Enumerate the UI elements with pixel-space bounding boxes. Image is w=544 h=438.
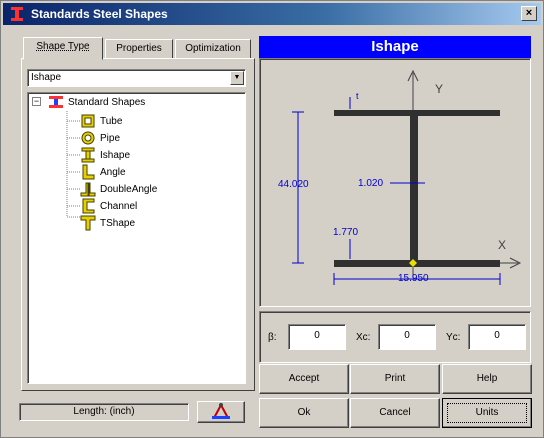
beta-input[interactable]: 0 bbox=[288, 324, 346, 350]
beta-label: β: bbox=[268, 332, 277, 343]
web-dim-label: 1.020 bbox=[358, 178, 383, 189]
tree-item-ishape[interactable]: Ishape bbox=[80, 147, 130, 163]
xc-input[interactable]: 0 bbox=[378, 324, 436, 350]
shape-tree[interactable]: − Standard Shapes Tube Pipe Ishape Angle… bbox=[27, 92, 246, 384]
title-bar[interactable]: Standards Steel Shapes × bbox=[3, 3, 541, 25]
double-angle-icon bbox=[80, 182, 96, 197]
web bbox=[410, 116, 418, 263]
tab-optimization[interactable]: Optimization bbox=[175, 39, 251, 59]
top-flange bbox=[334, 110, 500, 116]
y-axis-label: Y bbox=[435, 82, 443, 96]
shape-drawing-canvas: 44.020 1.020 1.770 15.950 t Y X bbox=[259, 58, 531, 307]
compass-tool-icon bbox=[212, 403, 230, 419]
yc-input[interactable]: 0 bbox=[468, 324, 526, 350]
chevron-down-icon[interactable]: ▼ bbox=[230, 71, 244, 85]
length-units-status: Length: (inch) bbox=[19, 403, 189, 421]
close-button[interactable]: × bbox=[521, 6, 537, 21]
standard-shapes-icon bbox=[49, 96, 63, 108]
tree-item-label: Angle bbox=[100, 166, 126, 178]
placement-params: β: 0 Xc: 0 Yc: 0 bbox=[259, 311, 531, 363]
ok-button[interactable]: Ok bbox=[259, 398, 349, 428]
pipe-icon bbox=[81, 131, 95, 145]
ishape-icon bbox=[81, 147, 95, 163]
flange-dim-label: 1.770 bbox=[333, 227, 358, 238]
tree-item-double-angle[interactable]: DoubleAngle bbox=[80, 181, 157, 197]
tab-properties-label: Properties bbox=[116, 43, 162, 54]
bottom-flange bbox=[334, 260, 500, 267]
tree-item-label: Standard Shapes bbox=[68, 96, 146, 108]
accept-button[interactable]: Accept bbox=[259, 364, 349, 394]
tree-item-channel[interactable]: Channel bbox=[80, 198, 137, 214]
tree-item-tshape[interactable]: TShape bbox=[80, 215, 135, 231]
yc-label: Yc: bbox=[446, 332, 461, 343]
xc-label: Xc: bbox=[356, 332, 371, 343]
tree-item-label: Ishape bbox=[100, 149, 131, 161]
help-button[interactable]: Help bbox=[442, 364, 532, 394]
tree-item-angle[interactable]: Angle bbox=[80, 164, 126, 180]
tab-shape-type[interactable]: Shape Type bbox=[23, 37, 103, 60]
draw-shape-button[interactable] bbox=[197, 401, 245, 423]
tree-item-label: Channel bbox=[100, 200, 138, 212]
angle-icon bbox=[82, 164, 95, 180]
collapse-toggle-icon[interactable]: − bbox=[32, 97, 41, 106]
units-button[interactable]: Units bbox=[442, 398, 532, 428]
tube-icon bbox=[81, 114, 95, 128]
height-dim-label: 44.020 bbox=[278, 179, 309, 190]
tab-strip: Shape Type Properties Optimization bbox=[23, 37, 253, 60]
shape-name-header: Ishape bbox=[259, 36, 531, 58]
top-flange-dim-label: t bbox=[356, 91, 359, 101]
tree-item-label: Tube bbox=[100, 115, 123, 127]
tree-connector-lines bbox=[66, 111, 80, 218]
tab-optimization-label: Optimization bbox=[185, 43, 241, 54]
window-title: Standards Steel Shapes bbox=[31, 7, 168, 21]
channel-icon bbox=[82, 198, 95, 214]
width-dim-label: 15.950 bbox=[398, 273, 429, 284]
standards-steel-shapes-dialog: Standards Steel Shapes × Shape Type Prop… bbox=[0, 0, 544, 438]
shape-type-panel: Ishape ▼ − Standard Shapes Tube Pipe Ish… bbox=[21, 58, 255, 391]
tab-properties[interactable]: Properties bbox=[105, 39, 173, 59]
tab-shape-type-label: Shape Type bbox=[36, 41, 90, 52]
tshape-icon bbox=[80, 215, 96, 231]
shape-select[interactable]: Ishape ▼ bbox=[27, 69, 246, 87]
x-axis-label: X bbox=[498, 238, 506, 252]
print-button[interactable]: Print bbox=[350, 364, 440, 394]
tree-item-label: TShape bbox=[100, 217, 136, 229]
tree-item-label: Pipe bbox=[100, 132, 121, 144]
tree-item-label: DoubleAngle bbox=[100, 183, 158, 195]
shape-select-value: Ishape bbox=[31, 72, 62, 83]
cancel-button[interactable]: Cancel bbox=[350, 398, 440, 428]
tree-item-tube[interactable]: Tube bbox=[80, 113, 122, 129]
tree-item-standard-shapes[interactable]: Standard Shapes bbox=[48, 94, 145, 110]
tree-item-pipe[interactable]: Pipe bbox=[80, 130, 120, 146]
focus-outline bbox=[447, 403, 527, 423]
ibeam-app-icon bbox=[11, 7, 23, 21]
ishape-cross-section: 44.020 1.020 1.770 15.950 t Y X bbox=[278, 69, 522, 285]
